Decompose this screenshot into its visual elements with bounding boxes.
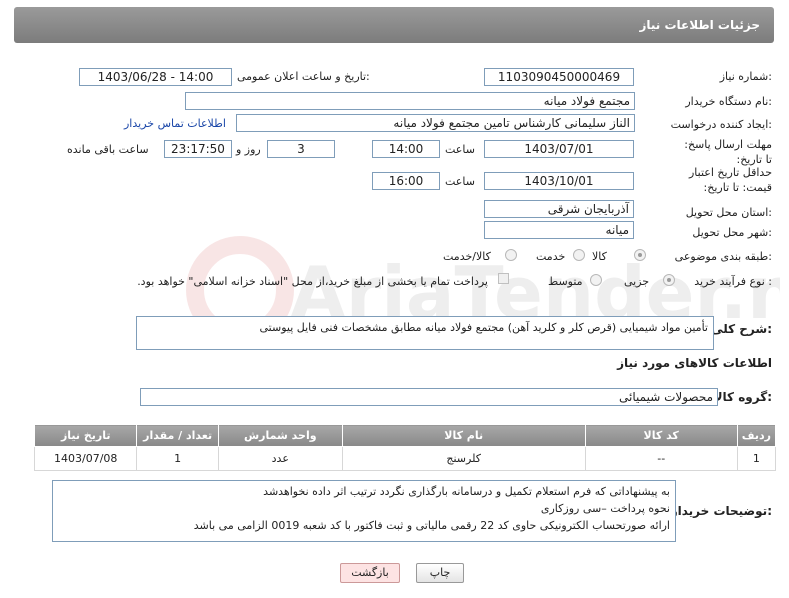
description-field[interactable]: تأمین مواد شیمیایی (قرص کلر و کلرید آهن)… xyxy=(136,316,714,350)
remaining-label: ساعت باقی مانده xyxy=(67,143,149,156)
process-label: نوع فرآیند خرید : xyxy=(694,275,772,288)
price-validity-time-label: ساعت xyxy=(445,175,475,188)
deadline-label: مهلت ارسال پاسخ: تا تاریخ: xyxy=(684,138,772,166)
process-medium-label: متوسط xyxy=(548,275,583,288)
days-field[interactable]: 3 xyxy=(267,140,335,158)
category-label: طبقه بندی موضوعی: xyxy=(674,250,772,263)
buyer-org-field[interactable]: مجتمع فولاد میانه xyxy=(185,92,635,110)
print-button[interactable]: چاپ xyxy=(416,563,464,583)
announce-label: تاریخ و ساعت اعلان عمومی: xyxy=(237,70,370,83)
cell-need-date: 1403/07/08 xyxy=(33,446,138,471)
col-quantity: تعداد / مقدار xyxy=(136,424,219,447)
goods-group-label: گروه کالا: xyxy=(713,390,772,404)
deadline-time-label: ساعت xyxy=(445,143,475,156)
price-validity-time-field[interactable]: 16:00 xyxy=(372,172,440,190)
table-row[interactable]: 1403/07/08 1 عدد کلرسنج -- 1 xyxy=(33,446,777,471)
category-goods-service-label: کالا/خدمت xyxy=(443,250,491,263)
goods-section-title: اطلاعات کالاهای مورد نیاز xyxy=(617,356,772,370)
cell-goods-name: کلرسنج xyxy=(341,446,586,471)
city-label: شهر محل تحویل: xyxy=(692,226,772,239)
category-service-radio[interactable] xyxy=(573,249,585,261)
col-need-date: تاریخ نیاز xyxy=(33,424,138,447)
buyer-notes-line: به پیشنهاداتی که فرم استعلام تکمیل و درس… xyxy=(263,485,670,498)
page-header: جزئیات اطلاعات نیاز xyxy=(14,7,774,43)
goods-table-header: تاریخ نیاز تعداد / مقدار واحد شمارش نام … xyxy=(33,424,777,447)
description-text: تأمین مواد شیمیایی (قرص کلر و کلرید آهن)… xyxy=(259,321,709,334)
need-number-field[interactable]: 1103090450000469 xyxy=(484,68,634,86)
goods-group-field[interactable]: محصولات شیمیائی xyxy=(140,388,718,406)
price-validity-label: حداقل تاریخ اعتبار قیمت: تا تاریخ: xyxy=(688,166,772,194)
treasury-payment-checkbox[interactable] xyxy=(498,273,509,284)
buyer-notes-label: توضیحات خریدار: xyxy=(670,504,772,518)
page-title: جزئیات اطلاعات نیاز xyxy=(639,18,760,32)
treasury-payment-note: پرداخت تمام یا بخشی از مبلغ خرید،از محل … xyxy=(137,275,488,288)
cell-quantity: 1 xyxy=(136,446,219,471)
col-row-number: ردیف xyxy=(736,424,777,447)
col-goods-code: کد کالا xyxy=(584,424,738,447)
process-medium-radio[interactable] xyxy=(590,274,602,286)
creator-field[interactable]: الناز سلیمانی کارشناس تامین مجتمع فولاد … xyxy=(236,114,635,132)
city-field[interactable]: میانه xyxy=(484,221,634,239)
cell-unit: عدد xyxy=(217,446,343,471)
category-goods-label: کالا xyxy=(592,250,607,263)
deadline-time-field[interactable]: 14:00 xyxy=(372,140,440,158)
buyer-notes-field[interactable]: به پیشنهاداتی که فرم استعلام تکمیل و درس… xyxy=(52,480,676,542)
category-goods-service-radio[interactable] xyxy=(505,249,517,261)
category-service-label: خدمت xyxy=(536,250,566,263)
province-field[interactable]: آذربایجان شرقی xyxy=(484,200,634,218)
province-label: استان محل تحویل: xyxy=(685,206,772,219)
col-unit: واحد شمارش xyxy=(217,424,343,447)
buyer-contact-link[interactable]: اطلاعات تماس خریدار xyxy=(124,117,226,130)
deadline-date-field[interactable]: 1403/07/01 xyxy=(484,140,634,158)
creator-label: ایجاد کننده درخواست: xyxy=(670,118,772,131)
cell-row-number: 1 xyxy=(736,446,777,471)
buyer-org-label: نام دستگاه خریدار: xyxy=(685,95,772,108)
col-goods-name: نام کالا xyxy=(341,424,586,447)
buyer-notes-line: نحوه پرداخت –سی روزکاری xyxy=(540,502,670,515)
need-number-label: شماره نیاز: xyxy=(719,70,772,83)
back-button[interactable]: بازگشت xyxy=(340,563,400,583)
category-goods-radio[interactable] xyxy=(634,249,646,261)
announce-field[interactable]: 1403/06/28 - 14:00 xyxy=(79,68,232,86)
goods-table: تاریخ نیاز تعداد / مقدار واحد شمارش نام … xyxy=(33,424,777,471)
days-label: روز و xyxy=(236,143,261,156)
process-minor-radio[interactable] xyxy=(663,274,675,286)
process-minor-label: جزیی xyxy=(624,275,650,288)
cell-goods-code: -- xyxy=(584,446,738,471)
remaining-time-field[interactable]: 23:17:50 xyxy=(164,140,232,158)
price-validity-date-field[interactable]: 1403/10/01 xyxy=(484,172,634,190)
buyer-notes-line: ارائه صورتحساب الکترونیکی حاوی کد 22 رقم… xyxy=(193,519,670,532)
